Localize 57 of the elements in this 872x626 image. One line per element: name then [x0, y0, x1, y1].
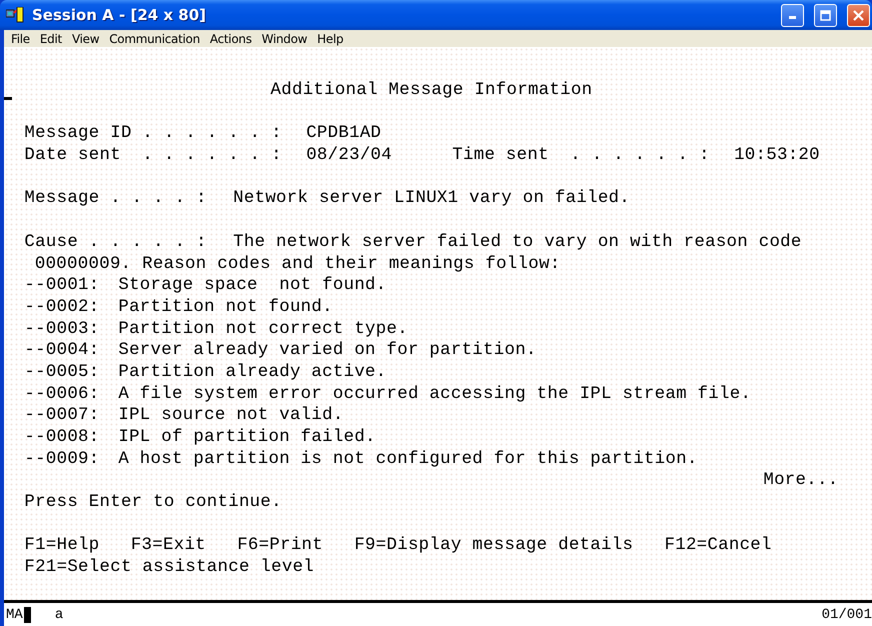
reason-code: --0001:: [24, 275, 101, 297]
reason-text: Partition not found.: [118, 296, 333, 319]
function-key: F21=Select assistance level: [24, 557, 314, 579]
text-cursor: [4, 97, 12, 100]
menu-item[interactable]: Communication: [104, 32, 205, 46]
menu-item[interactable]: Actions: [204, 32, 257, 46]
field-label: Date sent . . . . . . :: [24, 145, 283, 167]
reason-code: --0005:: [24, 362, 101, 384]
close-icon: [853, 10, 864, 20]
terminal-icon: [6, 7, 24, 23]
reason-text: IPL of partition failed.: [118, 427, 376, 449]
field-value: 10:53:20: [734, 145, 820, 167]
minimize-button[interactable]: [781, 4, 804, 26]
function-key: F9=Display message details: [354, 535, 634, 558]
cause-text: The network server failed to vary on with reason code: [233, 232, 802, 254]
reason-text: Partition already active.: [118, 362, 386, 384]
function-key: F12=Cancel: [664, 535, 772, 558]
status-input-text: a: [54, 606, 64, 622]
function-key: F6=Print: [237, 535, 324, 558]
reason-text: IPL source not valid.: [118, 405, 344, 427]
menu-item[interactable]: File: [6, 32, 35, 46]
field-label: Message . . . . :: [24, 188, 208, 210]
reason-text: Partition not correct type.: [118, 318, 408, 340]
reason-text: A host partition is not configured for this partition.: [118, 448, 698, 470]
cause-text: 00000009. Reason codes and their meanings follow:: [34, 254, 560, 276]
reason-code: --0003:: [24, 318, 101, 340]
function-key: F3=Exit: [130, 535, 206, 558]
maximize-button[interactable]: [814, 4, 837, 26]
window-title: Session A - [24 x 80]: [32, 6, 208, 24]
field-label: Time sent . . . . . . :: [452, 145, 711, 167]
menu-item[interactable]: Window: [256, 32, 312, 46]
field-label: Cause . . . . . :: [24, 232, 208, 254]
field-value: 08/23/04: [306, 145, 392, 167]
reason-code: --0002:: [24, 296, 101, 319]
reason-text: A file system error occurred accessing the IPL stream file.: [118, 384, 752, 406]
message-text: Network server LINUX1 vary on failed.: [233, 188, 630, 210]
menu-item[interactable]: View: [66, 32, 104, 46]
status-mode: MA: [6, 606, 23, 622]
field-label: Message ID . . . . . . :: [24, 123, 283, 146]
reason-code: --0004:: [24, 340, 101, 362]
cursor-block-icon: [24, 606, 31, 622]
reason-code: --0008:: [24, 427, 101, 449]
reason-text: Storage space not found.: [118, 275, 386, 297]
cursor-position: 01/001: [822, 606, 872, 622]
field-value: CPDB1AD: [306, 123, 382, 146]
reason-code: --0007:: [24, 405, 101, 427]
reason-code: --0009:: [24, 448, 101, 470]
close-button[interactable]: [847, 4, 870, 26]
function-key: F1=Help: [24, 535, 100, 558]
reason-text: Server already varied on for partition.: [118, 340, 537, 362]
prompt-text: Press Enter to continue.: [24, 492, 282, 514]
maximize-icon: [820, 10, 831, 20]
menu-item[interactable]: Help: [312, 32, 348, 46]
more-indicator: More...: [763, 470, 838, 492]
menu-item[interactable]: Edit: [34, 32, 67, 46]
reason-code: --0006:: [24, 384, 101, 406]
screen-heading: Additional Message Information: [270, 80, 592, 102]
